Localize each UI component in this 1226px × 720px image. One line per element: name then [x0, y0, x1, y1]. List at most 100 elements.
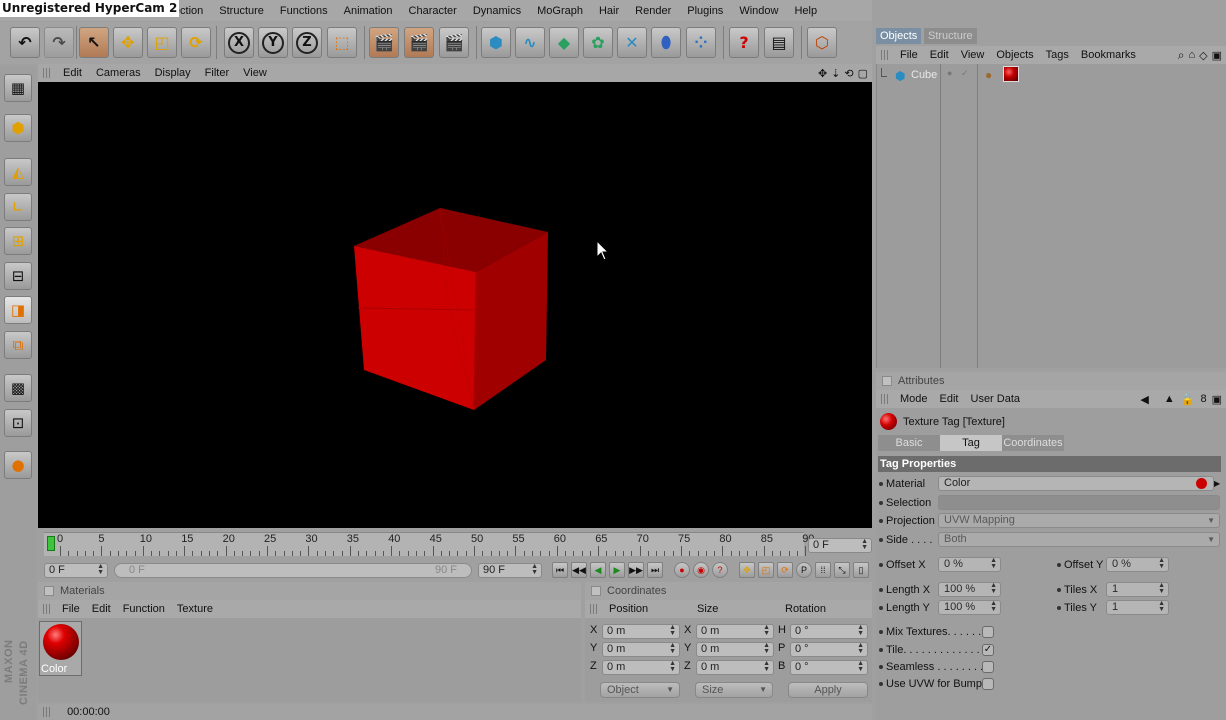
objects-eye-icon[interactable]: ◇: [1197, 49, 1209, 62]
coordinate-rot-field[interactable]: 0 ° ▲ ▼: [790, 642, 868, 657]
materials-menu-file[interactable]: File: [56, 603, 86, 615]
material-link-arrow-icon[interactable]: ▶: [1214, 476, 1220, 491]
offset-y-field[interactable]: 0 % ▲ ▼: [1106, 557, 1169, 572]
viewport-rotate-icon[interactable]: ⟲: [842, 67, 855, 80]
points-mode-icon[interactable]: ⊞: [4, 227, 32, 255]
coordinate-rot-field[interactable]: 0 ° ▲ ▼: [790, 624, 868, 639]
objects-menu-bookmarks[interactable]: Bookmarks: [1075, 49, 1142, 61]
menu-hair[interactable]: Hair: [591, 5, 627, 17]
render-settings-icon[interactable]: 🎬: [439, 27, 469, 58]
attributes-menu-edit[interactable]: Edit: [934, 393, 965, 405]
texture-mode-icon[interactable]: ◭: [4, 158, 32, 186]
timeline-window-icon[interactable]: ▯: [853, 562, 869, 578]
tab-basic[interactable]: Basic: [878, 435, 940, 451]
coordinate-pos-field[interactable]: 0 m ▲ ▼: [602, 660, 680, 675]
key-pla-icon[interactable]: ⁞⁞: [815, 562, 831, 578]
length-y-field[interactable]: 100 % ▲ ▼: [938, 600, 1001, 615]
attributes-up-icon[interactable]: ▲: [1161, 393, 1178, 405]
coordinate-pos-field[interactable]: 0 m ▲ ▼: [602, 642, 680, 657]
objects-search-icon[interactable]: ⌕: [1176, 48, 1187, 63]
goto-end-icon[interactable]: ⏭: [647, 562, 663, 578]
object-row-cube[interactable]: ⬢ Cube ● ✓ ●: [881, 66, 1221, 84]
material-swatch-color[interactable]: Color: [39, 621, 82, 676]
menu-mograph[interactable]: MoGraph: [529, 5, 591, 17]
menu-structure[interactable]: Structure: [211, 5, 272, 17]
attributes-lock-icon[interactable]: 🔒: [1178, 393, 1198, 406]
viewport-zoom-icon[interactable]: ⇣: [829, 67, 842, 80]
menu-character[interactable]: Character: [401, 5, 465, 17]
viewport-menu-display[interactable]: Display: [148, 67, 198, 79]
redo-icon[interactable]: ↷: [44, 27, 74, 58]
tab-tag[interactable]: Tag: [940, 435, 1002, 451]
spline-icon[interactable]: ∿: [515, 27, 545, 58]
objects-home-icon[interactable]: ⌂: [1186, 49, 1197, 61]
viewport-menu-view[interactable]: View: [236, 67, 274, 79]
rotate-icon[interactable]: ⟳: [181, 27, 211, 58]
current-frame-field[interactable]: 0 F ▲ ▼: [808, 538, 872, 553]
apply-button[interactable]: Apply: [788, 682, 868, 698]
key-options-icon[interactable]: ⤡: [834, 562, 850, 578]
materials-menu-edit[interactable]: Edit: [86, 603, 117, 615]
cube-primitive-icon[interactable]: ⬢: [481, 27, 511, 58]
viewport-maximize-icon[interactable]: ▢: [856, 67, 872, 80]
objects-new-window-icon[interactable]: ▣: [1210, 49, 1226, 62]
model-mode-icon[interactable]: ▦: [4, 74, 32, 102]
projection-select[interactable]: UVW Mapping ▼: [938, 513, 1220, 528]
render-picture-viewer-icon[interactable]: 🎬: [404, 27, 434, 58]
key-rotation-icon[interactable]: ⟳: [777, 562, 793, 578]
move-icon[interactable]: ✥: [113, 27, 143, 58]
next-key-icon[interactable]: ▶▶: [628, 562, 644, 578]
seamless-checkbox[interactable]: [982, 661, 994, 673]
length-x-field[interactable]: 100 % ▲ ▼: [938, 582, 1001, 597]
keyframe-selection-icon[interactable]: ?: [712, 562, 728, 578]
object-mode-icon[interactable]: ⬢: [4, 114, 32, 142]
coordinate-system-icon[interactable]: ⬚: [327, 27, 357, 58]
layout-switch-icon[interactable]: ⬡: [807, 27, 837, 58]
uvw-bump-checkbox[interactable]: [982, 678, 994, 690]
key-scale-icon[interactable]: ◰: [758, 562, 774, 578]
workplane-mode-icon[interactable]: ∟: [4, 193, 32, 221]
coordinates-mode-select[interactable]: Object ▼: [600, 682, 680, 698]
goto-start-icon[interactable]: ⏮: [552, 562, 568, 578]
key-param-icon[interactable]: P: [796, 562, 812, 578]
material-link-field[interactable]: Color: [938, 476, 1214, 491]
nurbs-icon[interactable]: ◆: [549, 27, 579, 58]
selection-field[interactable]: [938, 495, 1220, 510]
sculpt-icon[interactable]: ●: [4, 451, 32, 479]
start-frame-field[interactable]: 0 F ▲ ▼: [44, 563, 108, 578]
coordinate-rot-field[interactable]: 0 ° ▲ ▼: [790, 660, 868, 675]
viewport-menu-cameras[interactable]: Cameras: [89, 67, 148, 79]
menu-animation[interactable]: Animation: [336, 5, 401, 17]
coordinates-panel-toggle[interactable]: [591, 586, 601, 596]
mix-textures-checkbox[interactable]: [982, 626, 994, 638]
play-forward-icon[interactable]: ▶: [609, 562, 625, 578]
menu-dynamics[interactable]: Dynamics: [465, 5, 529, 17]
texture-tag-icon[interactable]: [1003, 66, 1019, 82]
y-axis-lock-button[interactable]: Y: [258, 27, 288, 58]
materials-menu-texture[interactable]: Texture: [171, 603, 219, 615]
objects-menu-tags[interactable]: Tags: [1040, 49, 1075, 61]
offset-x-field[interactable]: 0 % ▲ ▼: [938, 557, 1001, 572]
phong-tag-icon[interactable]: ●: [985, 68, 992, 82]
z-axis-lock-button[interactable]: Z: [292, 27, 322, 58]
tab-structure[interactable]: Structure: [924, 28, 977, 44]
play-backward-icon[interactable]: ◀: [590, 562, 606, 578]
materials-menu-function[interactable]: Function: [117, 603, 171, 615]
undo-icon[interactable]: ↶: [10, 27, 40, 58]
coordinates-size-select[interactable]: Size ▼: [695, 682, 773, 698]
key-position-icon[interactable]: ✥: [739, 562, 755, 578]
tab-objects[interactable]: Objects: [876, 28, 922, 44]
coordinate-size-field[interactable]: 0 m ▲ ▼: [696, 642, 774, 657]
x-axis-lock-button[interactable]: X: [224, 27, 254, 58]
uv-mode-icon[interactable]: ⧉: [4, 331, 32, 359]
attributes-menu-mode[interactable]: Mode: [894, 393, 934, 405]
attributes-panel-toggle[interactable]: [882, 376, 892, 386]
environment-icon[interactable]: ⬮: [651, 27, 681, 58]
menu-render[interactable]: Render: [627, 5, 679, 17]
3d-viewport[interactable]: [38, 82, 872, 528]
coordinate-size-field[interactable]: 0 m ▲ ▼: [696, 660, 774, 675]
coordinate-size-field[interactable]: 0 m ▲ ▼: [696, 624, 774, 639]
render-view-icon[interactable]: 🎬: [369, 27, 399, 58]
attributes-menu-userdata[interactable]: User Data: [965, 393, 1027, 405]
scale-icon[interactable]: ◰: [147, 27, 177, 58]
